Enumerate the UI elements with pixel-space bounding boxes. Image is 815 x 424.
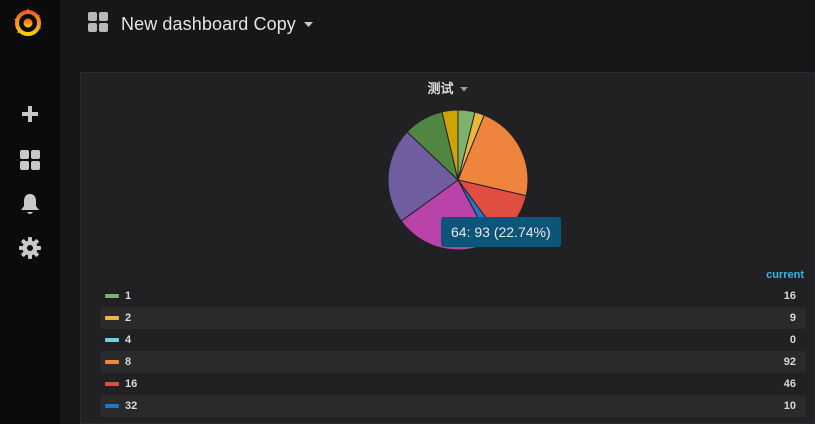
legend-value: 9	[789, 312, 796, 324]
legend-series[interactable]: 2	[105, 312, 131, 324]
pie-tooltip: 64: 93 (22.74%)	[441, 217, 561, 247]
panel-title-menu[interactable]: 测试	[427, 78, 468, 97]
legend-row: 1 16	[101, 285, 806, 307]
grafana-logo-icon[interactable]	[11, 6, 45, 40]
legend-swatch[interactable]	[105, 360, 119, 364]
create-plus-button[interactable]	[15, 99, 45, 129]
panel-title: 测试	[427, 80, 454, 96]
legend-current-header[interactable]: current	[766, 269, 804, 281]
legend-label: 8	[125, 356, 132, 368]
dashboard-title: New dashboard Copy	[121, 13, 296, 34]
plus-icon	[21, 105, 39, 123]
legend-label: 32	[125, 400, 138, 412]
legend-swatch[interactable]	[105, 338, 119, 342]
legend-series[interactable]: 16	[105, 378, 137, 390]
legend-label: 1	[125, 290, 132, 302]
legend-row: 32 10	[101, 395, 806, 417]
navbar: New dashboard Copy	[60, 0, 815, 52]
caret-down-icon	[459, 80, 468, 95]
dashboard-picker-button[interactable]: New dashboard Copy	[87, 9, 313, 39]
configuration-button[interactable]	[15, 233, 45, 263]
legend-row: 29	[101, 307, 806, 329]
legend-swatch[interactable]	[105, 382, 119, 386]
gear-icon	[19, 237, 41, 259]
bell-icon	[20, 193, 40, 215]
pie-chart-panel: 测试 64: 93 (22.74%) current 1 16 2 9 4 0 8 92 16 4…	[80, 72, 815, 424]
panel-header: 测试	[81, 73, 814, 101]
legend-label: 2	[125, 312, 132, 324]
legend-value: 92	[783, 356, 796, 368]
legend-swatch[interactable]	[105, 294, 119, 298]
legend-row: 16 46	[101, 373, 806, 395]
legend-value: 10	[783, 400, 796, 412]
caret-down-icon	[303, 15, 313, 33]
dashboards-icon	[87, 11, 109, 38]
side-menu	[0, 0, 60, 424]
legend-row: 40	[101, 329, 806, 351]
legend-value: 0	[789, 334, 796, 346]
legend-value: 16	[783, 290, 796, 302]
legend-swatch[interactable]	[105, 316, 119, 320]
legend-series[interactable]: 32	[105, 400, 137, 412]
legend-row: 8 92	[101, 351, 806, 373]
legend-value: 46	[783, 378, 796, 390]
alerting-button[interactable]	[15, 189, 45, 219]
dashboards-button[interactable]	[15, 145, 45, 175]
legend-label: 16	[125, 378, 138, 390]
legend-series[interactable]: 8	[105, 356, 131, 368]
legend-series[interactable]: 4	[105, 334, 131, 346]
legend-swatch[interactable]	[105, 404, 119, 408]
dashboards-icon	[19, 149, 41, 171]
pie-legend: 1 16 2 9 4 0 8 92 16 46 32 10	[101, 285, 806, 417]
legend-label: 4	[125, 334, 132, 346]
legend-series[interactable]: 1	[105, 290, 131, 302]
